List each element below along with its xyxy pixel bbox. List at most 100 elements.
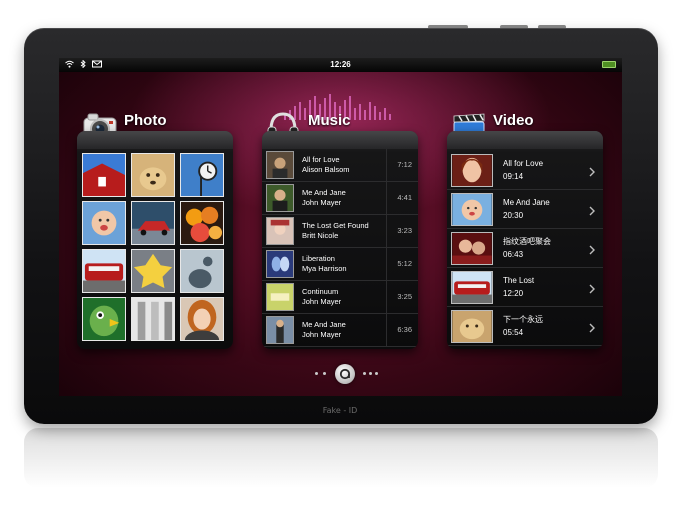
row-divider <box>386 149 387 182</box>
chevron-right-icon <box>589 281 595 299</box>
video-item-row[interactable]: All for Love 09:14 <box>447 151 603 190</box>
page-dot[interactable] <box>375 372 378 375</box>
track-duration: 3:25 <box>397 292 412 301</box>
clock: 12:26 <box>330 60 351 69</box>
row-divider <box>386 215 387 248</box>
photo-thumb[interactable] <box>131 201 175 245</box>
equalizer-bar <box>304 108 306 120</box>
home-icon <box>339 368 351 380</box>
music-track-row[interactable]: Me And Jane John Mayer 4:41 <box>262 182 418 215</box>
photo-panel <box>77 131 233 349</box>
track-duration: 7:12 <box>397 160 412 169</box>
video-item-row[interactable]: Me And Jane 20:30 <box>447 190 603 229</box>
track-title: Me And Jane <box>302 188 346 197</box>
video-item-row[interactable]: 下一个永远 05:54 <box>447 307 603 346</box>
video-list: All for Love 09:14 Me And Jane 20:30 指纹酒吧聚… <box>447 151 603 346</box>
page-dot[interactable] <box>323 372 326 375</box>
video-title-text: All for Love <box>503 159 544 168</box>
track-artist: Alison Balsom <box>302 165 350 174</box>
music-panel: All for Love Alison Balsom 7:12 Me And Ja… <box>262 131 418 349</box>
page-dot[interactable] <box>363 372 366 375</box>
track-duration: 3:23 <box>397 226 412 235</box>
row-divider <box>386 248 387 281</box>
video-length: 12:20 <box>503 289 524 298</box>
track-duration: 4:41 <box>397 193 412 202</box>
photo-thumb[interactable] <box>82 201 126 245</box>
equalizer-bar <box>379 112 381 120</box>
chevron-right-icon <box>589 242 595 260</box>
video-title-text: 指纹酒吧聚会 <box>503 237 551 246</box>
video-length: 20:30 <box>503 211 524 220</box>
video-length: 05:54 <box>503 328 524 337</box>
device-reflection <box>24 428 658 488</box>
equalizer-bar <box>384 108 386 120</box>
video-item-row[interactable]: 指纹酒吧聚会 06:43 <box>447 229 603 268</box>
photo-thumb[interactable] <box>131 153 175 197</box>
equalizer-bar <box>374 106 376 120</box>
screen: 12:26 Photo Music All for Love Alison Ba… <box>59 58 622 396</box>
track-title: The Lost Get Found <box>302 221 369 230</box>
video-title-text: The Lost <box>503 276 535 285</box>
video-thumbnail <box>451 309 493 343</box>
album-art <box>266 217 294 245</box>
photo-thumb[interactable] <box>180 153 224 197</box>
music-title: Music <box>308 112 351 129</box>
brand-label: Fake - ID <box>322 406 358 415</box>
music-track-row[interactable]: All for Love Alison Balsom 7:12 <box>262 149 418 182</box>
photo-thumb[interactable] <box>82 153 126 197</box>
photo-thumb[interactable] <box>180 249 224 293</box>
track-title: All for Love <box>302 155 340 164</box>
row-divider <box>386 314 387 347</box>
page-dot[interactable] <box>369 372 372 375</box>
equalizer-bar <box>354 108 356 120</box>
track-artist: John Mayer <box>302 330 342 339</box>
panel-header <box>262 131 418 149</box>
music-track-row[interactable]: Liberation Mya Harrison 5:12 <box>262 248 418 281</box>
chevron-right-icon <box>589 203 595 221</box>
track-title: Me And Jane <box>302 320 346 329</box>
photo-thumb[interactable] <box>82 297 126 341</box>
page-indicator <box>311 364 381 384</box>
track-artist: Britt Nicole <box>302 231 339 240</box>
album-art <box>266 283 294 311</box>
photo-thumb[interactable] <box>180 201 224 245</box>
photo-grid <box>82 153 228 341</box>
album-art <box>266 151 294 179</box>
track-artist: John Mayer <box>302 297 342 306</box>
music-track-row[interactable]: The Lost Get Found Britt Nicole 3:23 <box>262 215 418 248</box>
home-button[interactable] <box>335 364 355 384</box>
page-dot[interactable] <box>315 372 318 375</box>
photo-thumb[interactable] <box>82 249 126 293</box>
chevron-right-icon <box>589 164 595 182</box>
status-bar: 12:26 <box>59 58 622 72</box>
track-title: Liberation <box>302 254 335 263</box>
video-thumbnail <box>451 153 493 187</box>
video-title-text: Me And Jane <box>503 198 550 207</box>
track-artist: Mya Harrison <box>302 264 347 273</box>
video-title-text: 下一个永远 <box>503 315 543 324</box>
music-track-row[interactable]: Continuum John Mayer 3:25 <box>262 281 418 314</box>
chevron-right-icon <box>589 320 595 338</box>
track-duration: 6:36 <box>397 325 412 334</box>
music-track-row[interactable]: Me And Jane John Mayer 6:36 <box>262 314 418 347</box>
photo-thumb[interactable] <box>131 249 175 293</box>
panel-header <box>447 131 603 149</box>
photo-title: Photo <box>124 112 167 129</box>
row-divider <box>386 281 387 314</box>
equalizer-bar <box>359 104 361 120</box>
video-item-row[interactable]: The Lost 12:20 <box>447 268 603 307</box>
row-divider <box>386 182 387 215</box>
panel-header <box>77 131 233 149</box>
video-thumbnail <box>451 231 493 265</box>
photo-thumb[interactable] <box>180 297 224 341</box>
photo-thumb[interactable] <box>131 297 175 341</box>
music-list: All for Love Alison Balsom 7:12 Me And Ja… <box>262 149 418 347</box>
video-length: 06:43 <box>503 250 524 259</box>
battery-icon <box>602 61 616 68</box>
equalizer-bar <box>364 110 366 120</box>
album-art <box>266 184 294 212</box>
equalizer-bar <box>369 102 371 120</box>
equalizer-bar <box>389 114 391 120</box>
track-artist: John Mayer <box>302 198 342 207</box>
album-art <box>266 316 294 344</box>
